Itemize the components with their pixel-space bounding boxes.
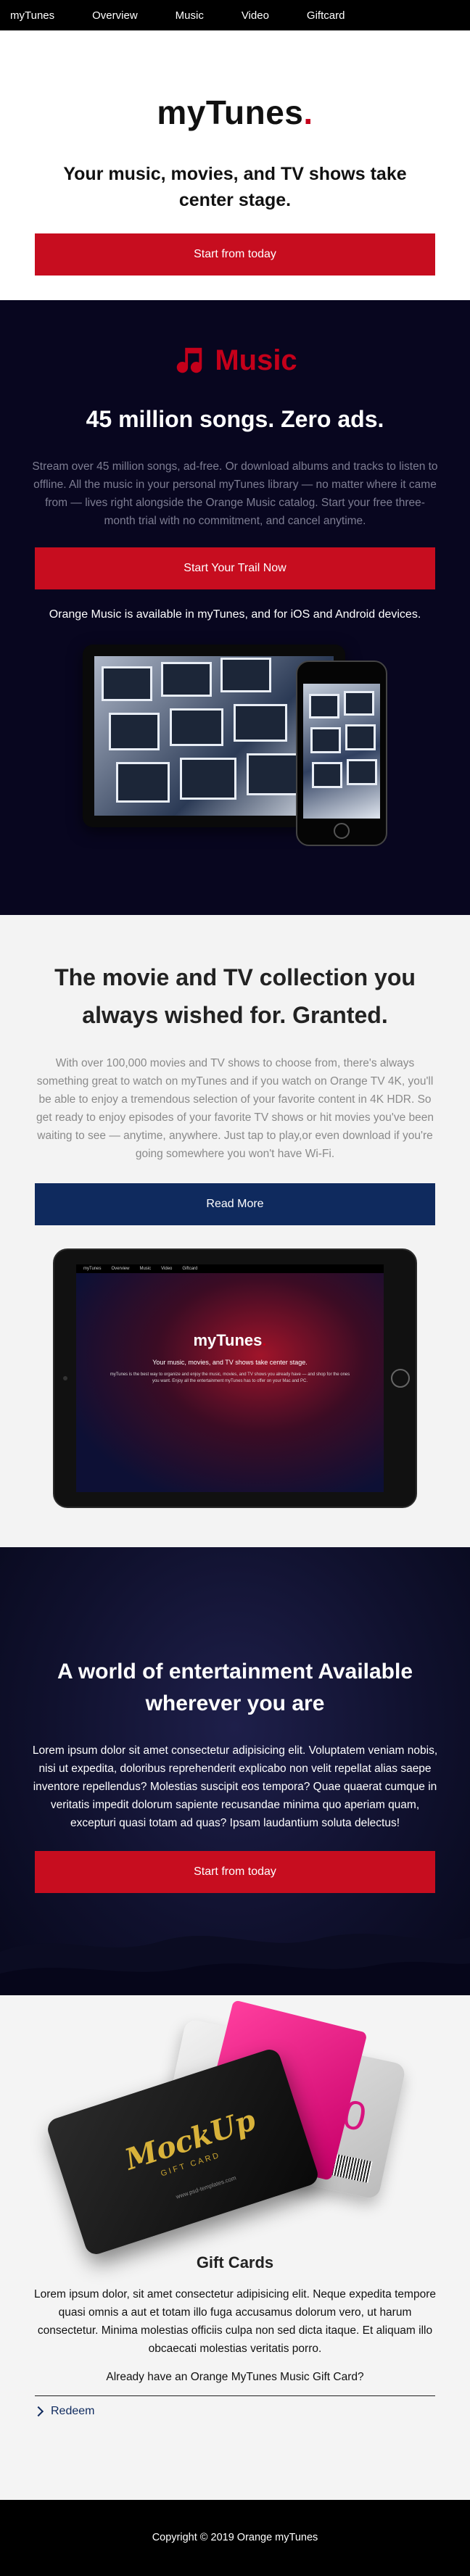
chevron-right-icon	[33, 2406, 44, 2417]
album-tile	[344, 691, 374, 716]
world-heading: A world of entertainment Available where…	[57, 1660, 413, 1715]
movies-body: With over 100,000 movies and TV shows to…	[36, 1057, 434, 1160]
nav-item-giftcard[interactable]: Giftcard	[307, 9, 345, 22]
world-section: A world of entertainment Available where…	[0, 1547, 470, 1995]
album-tile	[116, 762, 170, 803]
music-heading: 45 million songs. Zero ads.	[86, 406, 384, 432]
ipad-sensor	[63, 1376, 67, 1380]
mini-nav-item: Video	[161, 1267, 173, 1271]
ipad-home-button-icon	[391, 1369, 410, 1388]
nav-item-video[interactable]: Video	[242, 9, 269, 22]
devices-image	[83, 645, 387, 855]
music-brand: Music	[0, 344, 470, 377]
album-tile	[170, 708, 223, 746]
movies-heading: The movie and TV collection you always w…	[54, 964, 416, 1028]
world-body: Lorem ipsum dolor sit amet consectetur a…	[32, 1744, 438, 1829]
nav-item-mytunes[interactable]: myTunes	[10, 9, 54, 22]
music-availability: Orange Music is available in myTunes, an…	[49, 608, 421, 621]
divider	[35, 2395, 435, 2396]
page: myTunes Overview Music Video Giftcard my…	[0, 0, 470, 2576]
album-tile	[220, 658, 271, 692]
redeem-link[interactable]: Redeem	[33, 2405, 435, 2418]
mini-nav-item: myTunes	[83, 1267, 102, 1271]
album-tile	[247, 753, 303, 795]
screen-logo-text: myTunes	[193, 1331, 263, 1349]
album-tile	[312, 762, 342, 788]
hero-start-button[interactable]: Start from today	[35, 233, 435, 276]
top-nav: myTunes Overview Music Video Giftcard	[0, 0, 470, 30]
album-tile	[109, 713, 160, 750]
logo-text: myTunes	[157, 94, 304, 131]
album-tile	[310, 727, 341, 753]
album-tile	[102, 666, 152, 701]
gift-question: Already have an Orange MyTunes Music Gif…	[106, 2371, 364, 2383]
album-tile	[180, 758, 236, 800]
album-tile	[345, 724, 376, 750]
movies-section: The movie and TV collection you always w…	[0, 915, 470, 1547]
logo-dot: .	[303, 94, 313, 131]
gift-body: Lorem ipsum dolor, sit amet consectetur …	[34, 2288, 436, 2355]
album-tile	[309, 694, 339, 718]
screen-tagline: Your music, movies, and TV shows take ce…	[152, 1359, 308, 1366]
gift-card-front: MockUp GIFT CARD www.psd-templates.com	[44, 2046, 321, 2258]
album-tile	[347, 759, 377, 785]
home-button-icon	[334, 823, 350, 839]
phone-screen	[303, 684, 380, 819]
gift-card-image: 00 MockUp GIFT CARD www.psd-templates.co…	[32, 1995, 438, 2258]
music-note-icon	[177, 347, 202, 373]
mytunes-logo: myTunes.	[0, 93, 470, 132]
gift-heading: Gift Cards	[196, 2253, 274, 2271]
world-start-button[interactable]: Start from today	[35, 1851, 435, 1893]
footer: Copyright © 2019 Orange myTunes	[0, 2500, 470, 2576]
album-tile	[161, 662, 212, 697]
screen-logo: myTunes.	[76, 1331, 384, 1350]
album-tile	[234, 704, 287, 742]
music-brand-label: Music	[215, 344, 297, 376]
hero-tagline: Your music, movies, and TV shows take ce…	[63, 164, 407, 210]
mini-nav-item: Giftcard	[182, 1267, 198, 1271]
phone-device	[296, 660, 387, 846]
mini-nav-item: Overview	[111, 1267, 130, 1271]
music-body: Stream over 45 million songs, ad-free. O…	[32, 460, 438, 527]
read-more-button[interactable]: Read More	[35, 1183, 435, 1225]
ipad-image: myTunes Overview Music Video Giftcard my…	[53, 1248, 417, 1508]
screen-logo-dot: .	[262, 1331, 267, 1349]
redeem-label: Redeem	[51, 2405, 95, 2417]
copyright-text: Copyright © 2019 Orange myTunes	[152, 2532, 318, 2543]
hero-section: myTunes. Your music, movies, and TV show…	[0, 30, 470, 300]
music-section: Music 45 million songs. Zero ads. Stream…	[0, 300, 470, 915]
gift-section: 00 MockUp GIFT CARD www.psd-templates.co…	[0, 1995, 470, 2500]
screen-small-text: myTunes is the best way to organize and …	[110, 1372, 350, 1383]
start-trial-button[interactable]: Start Your Trail Now	[35, 547, 435, 589]
nav-item-music[interactable]: Music	[176, 9, 204, 22]
card-url: www.psd-templates.com	[175, 2174, 237, 2200]
mini-nav-item: Music	[139, 1267, 152, 1271]
ipad-screen: myTunes Overview Music Video Giftcard my…	[76, 1264, 384, 1492]
screen-mini-nav: myTunes Overview Music Video Giftcard	[76, 1264, 384, 1273]
nav-item-overview[interactable]: Overview	[92, 9, 138, 22]
